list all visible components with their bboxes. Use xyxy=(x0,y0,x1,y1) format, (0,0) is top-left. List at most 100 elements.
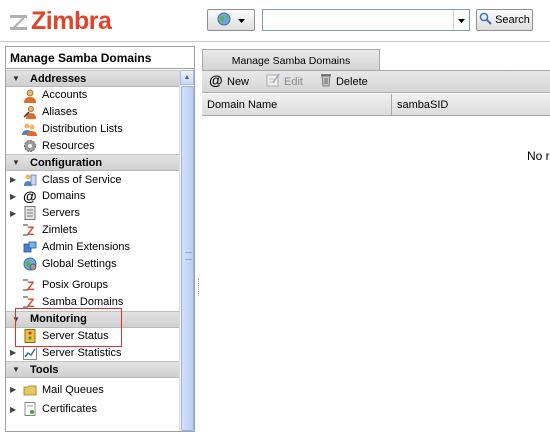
tree-item-label: Admin Extensions xyxy=(42,240,131,253)
gear-icon xyxy=(22,138,37,153)
grip-icon xyxy=(185,252,192,260)
svg-text:Z: Z xyxy=(27,224,34,237)
tree-item-mail-queues[interactable]: ▶ Mail Queues xyxy=(6,381,179,398)
trash-icon xyxy=(320,73,332,90)
globe-search-icon xyxy=(217,12,233,29)
column-header-sambasid[interactable]: sambaSID xyxy=(392,94,550,116)
tree-item-label: Samba Domains xyxy=(42,296,124,309)
collapse-arrow-icon[interactable]: ▼ xyxy=(12,158,20,167)
tab-manage-samba-domains[interactable]: Manage Samba Domains xyxy=(202,49,380,71)
tree-item-label: Mail Queues xyxy=(42,383,104,396)
section-tools[interactable]: ▼ Tools xyxy=(6,361,179,379)
delete-button-label: Delete xyxy=(335,75,368,88)
table-header: Domain Name sambaSID xyxy=(202,93,550,116)
expand-arrow-icon[interactable]: ▶ xyxy=(10,192,16,201)
zimbra-logo[interactable]: Zimbra xyxy=(10,7,112,36)
panel-splitter[interactable] xyxy=(196,46,201,432)
magnifier-icon xyxy=(479,12,492,28)
certificate-icon xyxy=(22,402,37,417)
tree-item-label: Certificates xyxy=(42,403,98,416)
tree-item-label: Class of Service xyxy=(42,173,122,186)
cos-icon xyxy=(22,172,37,187)
zimlet-icon: Z xyxy=(22,278,37,293)
tree-item-label: Server Statistics xyxy=(42,346,122,359)
table-body: No r xyxy=(202,117,550,432)
scroll-up-icon[interactable]: ▲ xyxy=(180,70,194,85)
expand-arrow-icon[interactable]: ▶ xyxy=(10,385,16,394)
tree-item-label: Accounts xyxy=(42,89,88,102)
section-label: Configuration xyxy=(30,156,103,169)
alias-icon xyxy=(22,105,37,120)
tree-item-certificates[interactable]: ▶ Certificates xyxy=(6,401,179,418)
tree-item-label: Distribution Lists xyxy=(42,122,123,135)
delete-button[interactable]: Delete xyxy=(320,73,368,90)
splitter-grip-icon xyxy=(198,278,199,296)
expand-arrow-icon[interactable]: ▶ xyxy=(10,405,16,414)
section-addresses[interactable]: ▼ Addresses xyxy=(6,70,179,87)
chevron-down-icon xyxy=(458,14,465,26)
tree-item-class-of-service[interactable]: ▶ Class of Service xyxy=(6,171,179,188)
at-icon: @ xyxy=(22,189,37,204)
edit-button-label: Edit xyxy=(284,75,303,88)
panel-title: Manage Samba Domains xyxy=(6,47,194,69)
tree-item-label: Zimlets xyxy=(42,223,78,236)
tab-label: Manage Samba Domains xyxy=(231,54,351,67)
search-button-label: Search xyxy=(495,14,530,26)
svg-text:Z: Z xyxy=(27,279,34,292)
zimlet-icon: Z xyxy=(22,223,37,238)
search-input[interactable] xyxy=(263,10,451,30)
expand-arrow-icon[interactable]: ▶ xyxy=(10,209,16,218)
tree-item-servers[interactable]: ▶ Servers xyxy=(6,205,179,222)
tree-item-label: Aliases xyxy=(42,106,78,119)
navigation-tree: ▼ Addresses Accounts Aliases Distributio… xyxy=(6,70,179,431)
edit-button[interactable]: Edit xyxy=(266,73,303,90)
search-history-dropdown[interactable] xyxy=(453,10,469,30)
svg-text:@: @ xyxy=(23,189,37,203)
toolbar: @ New Edit Delete xyxy=(202,71,550,93)
collapse-arrow-icon[interactable]: ▼ xyxy=(12,74,20,83)
search-button[interactable]: Search xyxy=(476,9,533,31)
folder-icon xyxy=(22,382,37,397)
globe-icon xyxy=(22,256,37,271)
empty-results-message: No r xyxy=(527,149,550,163)
new-button[interactable]: @ New xyxy=(209,72,250,90)
tree-scrollbar[interactable]: ▲ xyxy=(179,70,194,431)
tree-item-label: Global Settings xyxy=(42,257,117,270)
tree-item-posix-groups[interactable]: Z Posix Groups xyxy=(6,277,179,294)
extension-icon xyxy=(22,239,37,254)
new-button-label: New xyxy=(227,75,250,88)
tree-item-domains[interactable]: ▶ @ Domains xyxy=(6,188,179,205)
chevron-down-icon xyxy=(238,14,245,26)
column-header-domain-name[interactable]: Domain Name xyxy=(202,93,392,116)
tree-item-global-settings[interactable]: Global Settings xyxy=(6,255,179,272)
search-type-button[interactable] xyxy=(207,9,255,31)
tree-item-label: Servers xyxy=(42,207,80,220)
expand-arrow-icon[interactable]: ▶ xyxy=(10,348,16,357)
section-configuration[interactable]: ▼ Configuration xyxy=(6,154,179,172)
tree-item-aliases[interactable]: Aliases xyxy=(6,104,179,121)
collapse-arrow-icon[interactable]: ▼ xyxy=(12,365,20,374)
tree-item-label: Posix Groups xyxy=(42,279,109,292)
server-icon xyxy=(22,206,37,221)
search-field xyxy=(262,9,470,31)
tree-item-resources[interactable]: Resources xyxy=(6,137,179,154)
search-bar: Search xyxy=(207,9,533,31)
tree-item-distribution-lists[interactable]: Distribution Lists xyxy=(6,121,179,138)
tree-item-accounts[interactable]: Accounts xyxy=(6,87,179,104)
navigation-panel: Manage Samba Domains ▼ Addresses Account… xyxy=(5,46,195,432)
expand-arrow-icon[interactable]: ▶ xyxy=(10,175,16,184)
scrollbar-thumb[interactable] xyxy=(181,86,194,431)
zimbra-logo-icon xyxy=(10,11,30,33)
section-label: Addresses xyxy=(30,72,87,85)
tree-item-admin-extensions[interactable]: Admin Extensions xyxy=(6,238,179,255)
section-label: Tools xyxy=(30,363,59,376)
tree-item-label: Resources xyxy=(42,139,95,152)
edit-icon xyxy=(266,73,280,90)
app-header: Zimbra Search xyxy=(0,0,550,42)
person-icon xyxy=(22,88,37,103)
svg-text:@: @ xyxy=(209,73,223,87)
tree-item-zimlets[interactable]: Z Zimlets xyxy=(6,222,179,239)
app-name: Zimbra xyxy=(31,7,112,35)
highlight-annotation-box xyxy=(15,308,122,347)
tree-item-label: Domains xyxy=(42,190,86,203)
